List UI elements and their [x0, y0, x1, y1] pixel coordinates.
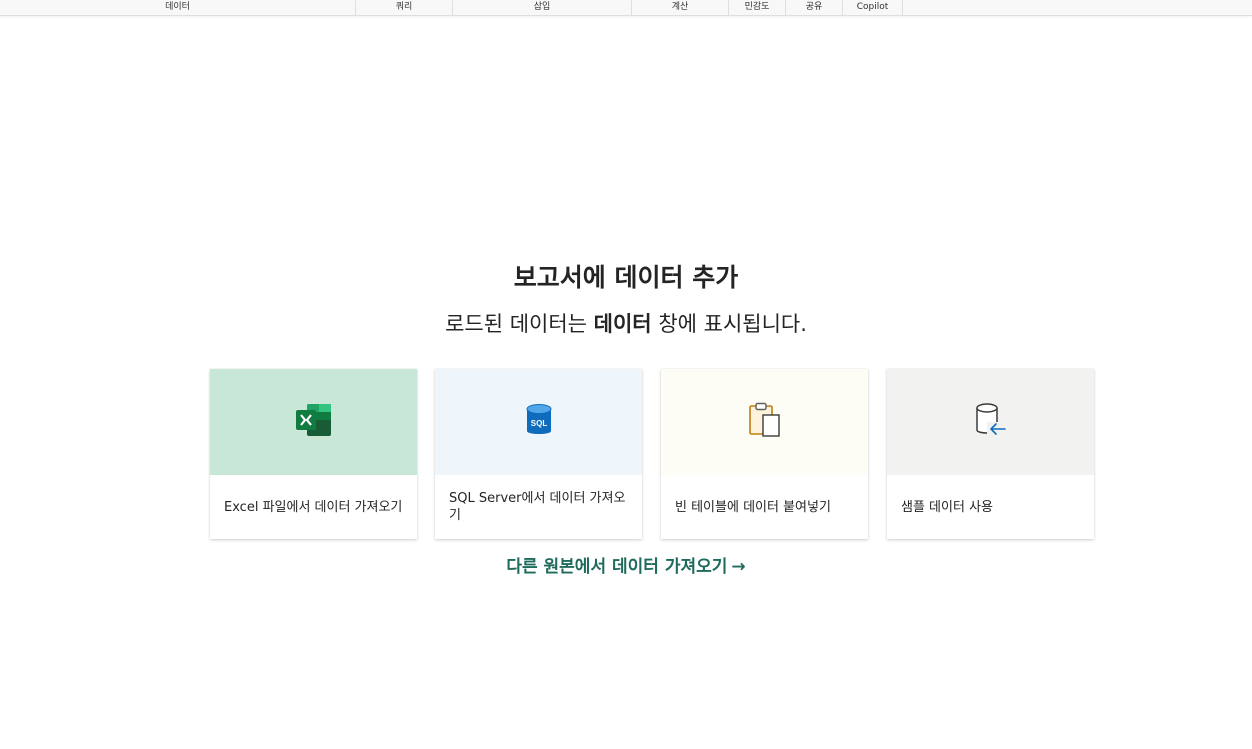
card-icon-area: SQL	[435, 369, 642, 475]
card-icon-area	[887, 369, 1094, 475]
sample-data-card[interactable]: 샘플 데이터 사용	[887, 369, 1094, 539]
excel-import-label: Excel 파일에서 데이터 가져오기	[224, 499, 403, 515]
ribbon-group-labels: 데이터 쿼리 삽입 계산 민감도 공유 Copilot	[0, 0, 1252, 16]
other-sources-label: 다른 원본에서 데이터 가져오기	[506, 557, 728, 577]
ribbon-group-insert: 삽입	[453, 0, 632, 15]
svg-text:SQL: SQL	[530, 419, 547, 428]
sample-database-icon	[974, 402, 1008, 442]
card-icon-area	[661, 369, 868, 475]
subtitle-prefix: 로드된 데이터는	[445, 312, 587, 336]
arrow-right-icon: →	[731, 557, 746, 577]
sql-server-import-label: SQL Server에서 데이터 가져오기	[449, 491, 626, 523]
sample-data-label: 샘플 데이터 사용	[901, 499, 993, 515]
ribbon-group-data: 데이터	[0, 0, 356, 15]
card-icon-area	[210, 369, 417, 475]
excel-import-card[interactable]: Excel 파일에서 데이터 가져오기	[210, 369, 417, 539]
ribbon-group-copilot: Copilot	[843, 0, 903, 15]
subtitle-suffix: 창에 표시됩니다.	[658, 312, 807, 336]
sql-server-import-card[interactable]: SQL SQL Server에서 데이터 가져오기	[435, 369, 642, 539]
ribbon-group-sensitivity: 민감도	[729, 0, 786, 15]
paste-data-card[interactable]: 빈 테이블에 데이터 붙여넣기	[661, 369, 868, 539]
get-data-other-sources-link[interactable]: 다른 원본에서 데이터 가져오기 →	[0, 552, 1252, 577]
ribbon-group-calculation: 계산	[632, 0, 729, 15]
ribbon-group-query: 쿼리	[356, 0, 453, 15]
excel-icon	[295, 403, 333, 441]
page-title: 보고서에 데이터 추가	[513, 263, 739, 292]
subtitle-data-pane: 데이터	[593, 312, 652, 336]
clipboard-icon	[748, 402, 782, 442]
ribbon-group-share: 공유	[786, 0, 843, 15]
paste-data-label: 빈 테이블에 데이터 붙여넣기	[675, 499, 831, 515]
sql-server-icon: SQL	[525, 403, 553, 441]
page-subtitle: 로드된 데이터는 데이터 창에 표시됩니다.	[0, 308, 1252, 338]
